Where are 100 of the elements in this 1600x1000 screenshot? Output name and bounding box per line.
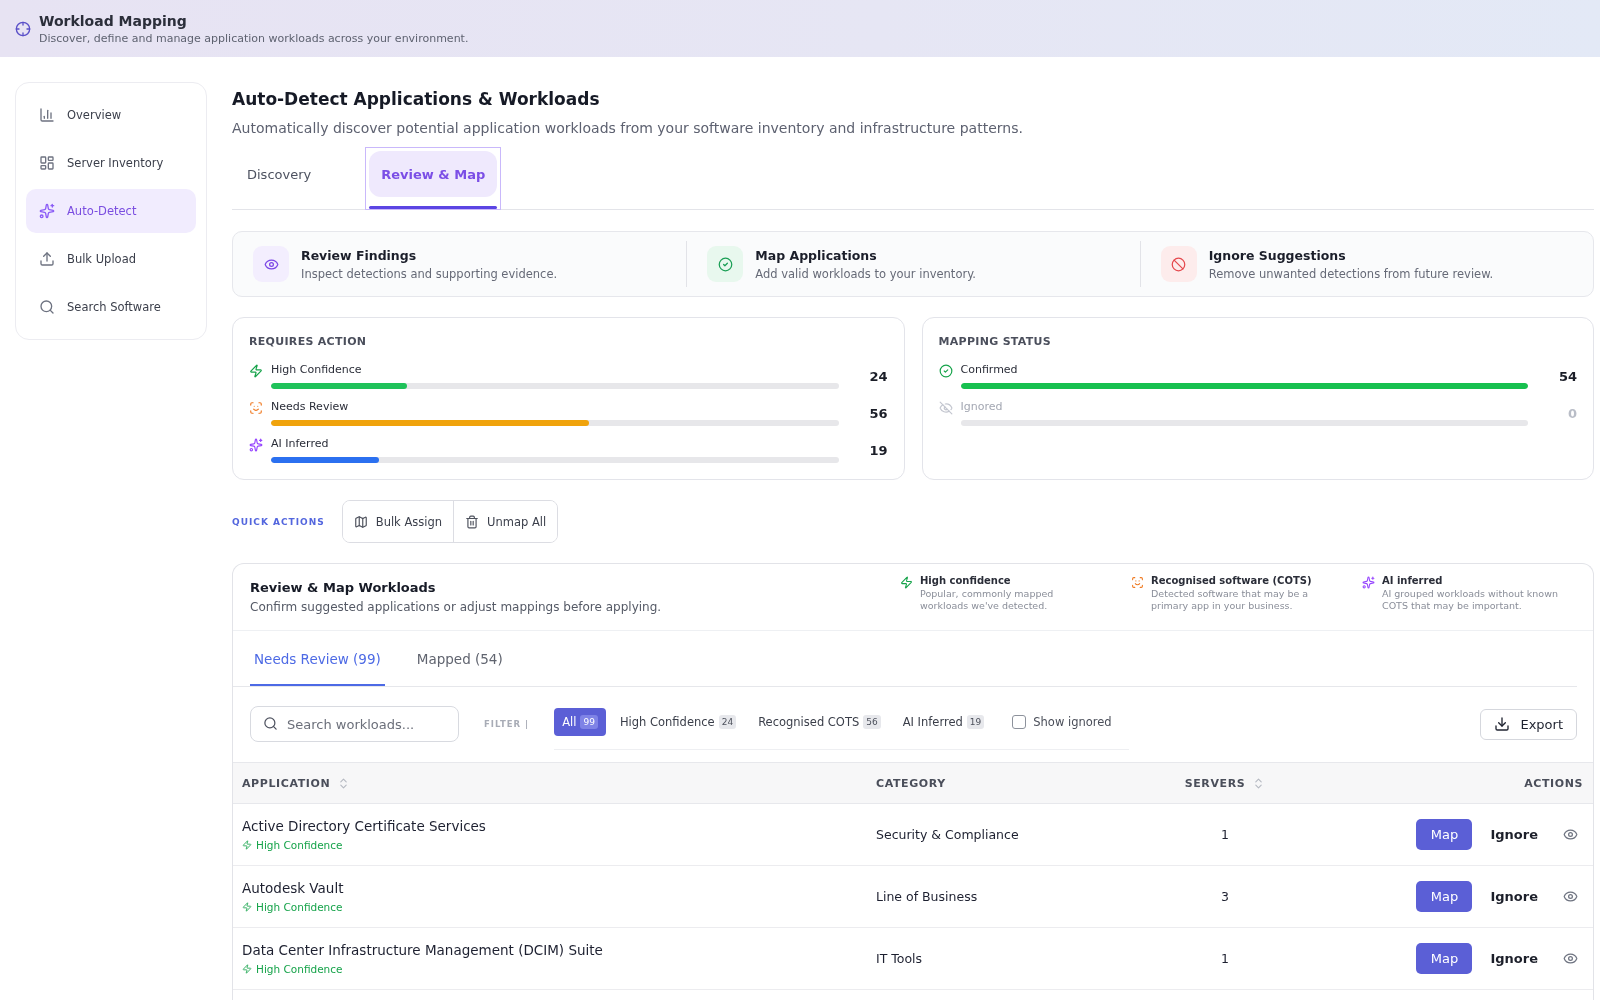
confidence-label: High Confidence — [256, 963, 343, 975]
stat-value: 24 — [868, 368, 888, 384]
step-title: Review Findings — [301, 247, 418, 263]
section-description: Confirm suggested applications or adjust mappings before applying. — [250, 600, 662, 614]
legend-title: High confidence — [920, 575, 1012, 586]
tab[interactable]: Discovery — [232, 148, 327, 209]
ignore-button[interactable]: Ignore — [1490, 827, 1538, 842]
sidebar-item[interactable]: Bulk Upload — [26, 237, 196, 281]
stat-label: Needs Review — [271, 400, 350, 415]
section-title: Review & Map Workloads — [250, 580, 437, 595]
table-cell-text: IT Tools — [876, 951, 924, 966]
legend-description: AI grouped workloads without known COTS that may be important. — [1382, 588, 1559, 612]
legend-title: AI inferred — [1382, 575, 1444, 586]
upload-icon — [39, 251, 55, 267]
lightning-icon — [242, 840, 252, 850]
checkbox-label: Show ignored — [1033, 715, 1112, 729]
page-subtitle: Automatically discover potential application workloads from your software inventory and infrastructure patterns. — [232, 119, 1024, 137]
table-cell-text: Line of Business — [876, 889, 979, 904]
filter-chip[interactable]: AI Inferred 19 — [894, 708, 993, 736]
sidebar-item[interactable]: Overview — [26, 93, 196, 137]
eye-off-icon — [938, 401, 953, 415]
scan-face-icon — [1131, 576, 1144, 589]
map-icon — [353, 514, 368, 529]
stat-label: Ignored — [960, 400, 1004, 415]
map-button[interactable]: Map — [1416, 881, 1473, 912]
app-name: Active Directory Certificate Services — [242, 818, 487, 834]
confidence-label: High Confidence — [256, 839, 343, 851]
legend-title: Recognised software (COTS) — [1151, 575, 1313, 586]
eye-icon[interactable] — [1563, 827, 1578, 842]
card-heading: MAPPING STATUS — [938, 335, 1053, 349]
trash-icon — [465, 514, 480, 529]
ignore-button[interactable]: Ignore — [1490, 889, 1538, 904]
app-name: Autodesk Vault — [242, 880, 345, 896]
search-icon — [263, 716, 278, 731]
count-badge: 56 — [863, 715, 881, 729]
toolbar-button[interactable]: Unmap All — [453, 501, 558, 542]
ignore-button[interactable]: Ignore — [1490, 951, 1538, 966]
stat-value: 0 — [1566, 405, 1577, 421]
ban-icon — [1160, 246, 1197, 282]
card-heading: REQUIRES ACTION — [249, 335, 368, 349]
stat-value: 19 — [868, 442, 888, 458]
crosshair-icon — [15, 20, 31, 37]
download-icon — [1494, 716, 1511, 732]
tab[interactable]: Needs Review (99) — [250, 631, 385, 686]
table-cell-text: Security & Compliance — [876, 827, 1020, 842]
stat-label: AI Inferred — [271, 437, 330, 452]
stat-value: 54 — [1557, 368, 1577, 384]
confidence-label: High Confidence — [256, 901, 343, 913]
count-badge: 99 — [580, 715, 598, 729]
search-icon — [39, 299, 55, 315]
sparkles-icon — [1362, 576, 1375, 589]
step-title: Ignore Suggestions — [1208, 247, 1347, 263]
filter-chip[interactable]: All 99 — [554, 708, 606, 736]
table-cell-text: 1 — [1220, 827, 1230, 842]
eye-icon[interactable] — [1563, 889, 1578, 904]
map-button[interactable]: Map — [1416, 819, 1473, 850]
step-description: Remove unwanted detections from future review. — [1208, 266, 1494, 281]
search-field[interactable]: Search workloads... — [250, 706, 459, 742]
count-badge: 24 — [718, 715, 737, 729]
lightning-icon — [242, 902, 252, 912]
stat-label: Confirmed — [960, 363, 1019, 378]
filter-label: FILTER | — [484, 719, 530, 729]
page-title: Auto-Detect Applications & Workloads — [232, 88, 601, 110]
lightning-icon — [242, 964, 252, 974]
step-title: Map Applications — [755, 247, 878, 263]
app-name: Data Center Infrastructure Management (DCIM) Suite — [242, 942, 604, 958]
column-header: SERVERS — [1184, 776, 1246, 790]
table-cell-text: 1 — [1220, 951, 1230, 966]
count-badge: 19 — [966, 715, 985, 729]
scan-face-icon — [249, 401, 263, 415]
column-header: APPLICATION — [242, 776, 331, 790]
tab[interactable]: Mapped (54) — [412, 631, 507, 686]
map-button[interactable]: Map — [1416, 943, 1473, 974]
step-description: Add valid workloads to your inventory. — [755, 266, 976, 281]
legend-description: Popular, commonly mapped workloads we've detected. — [920, 588, 1055, 612]
sidebar-item[interactable]: Auto-Detect — [26, 189, 196, 233]
stat-value: 56 — [868, 405, 888, 421]
app-title: Workload Mapping — [39, 12, 188, 30]
quick-actions-label: QUICK ACTIONS — [232, 516, 325, 527]
export-button[interactable]: Export — [1480, 708, 1577, 740]
sparkles-icon — [249, 438, 263, 452]
lightning-icon — [249, 364, 263, 378]
column-header: CATEGORY — [876, 776, 946, 790]
stat-label: High Confidence — [271, 363, 363, 378]
sparkles-icon — [39, 203, 55, 219]
filter-chip[interactable]: High Confidence 24 — [611, 708, 745, 736]
sidebar-item[interactable]: Server Inventory — [26, 141, 196, 185]
app-subtitle: Discover, define and manage application workloads across your environment. — [39, 32, 469, 45]
sidebar-item[interactable]: Search Software — [26, 285, 196, 329]
legend-description: Detected software that may be a primary app in your business. — [1151, 588, 1310, 612]
eye-icon[interactable] — [1563, 951, 1578, 966]
table-cell-text: 3 — [1220, 889, 1230, 904]
filter-chip[interactable]: Recognised COTS 56 — [750, 708, 889, 736]
check-circle-icon — [938, 364, 953, 378]
step-description: Inspect detections and supporting evidence. — [301, 266, 558, 281]
lightning-icon — [900, 576, 913, 589]
bar-chart-icon — [39, 107, 55, 123]
column-header: ACTIONS — [1524, 776, 1583, 790]
eye-icon — [253, 246, 289, 282]
checkbox[interactable] — [1012, 715, 1027, 729]
